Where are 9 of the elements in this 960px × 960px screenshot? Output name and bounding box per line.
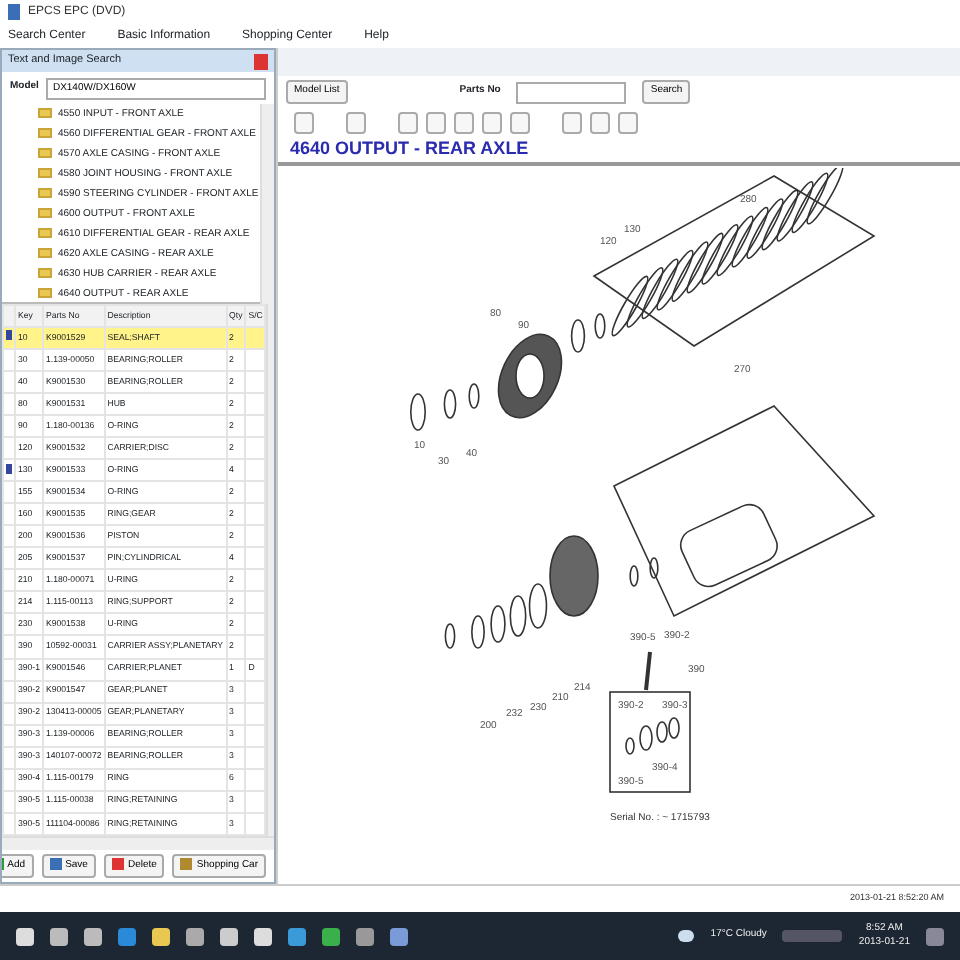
parts-no-field[interactable]	[516, 81, 627, 103]
row-marker-icon	[6, 463, 12, 474]
close-button[interactable]	[254, 53, 268, 69]
cloud-icon	[678, 930, 695, 942]
scrollbar[interactable]	[266, 304, 274, 836]
diagram-title: 4640 OUTPUT - REAR AXLE	[288, 138, 531, 160]
horizontal-scrollbar[interactable]	[2, 836, 274, 850]
row-marker-icon	[6, 330, 12, 341]
scrollbar[interactable]	[260, 104, 274, 304]
